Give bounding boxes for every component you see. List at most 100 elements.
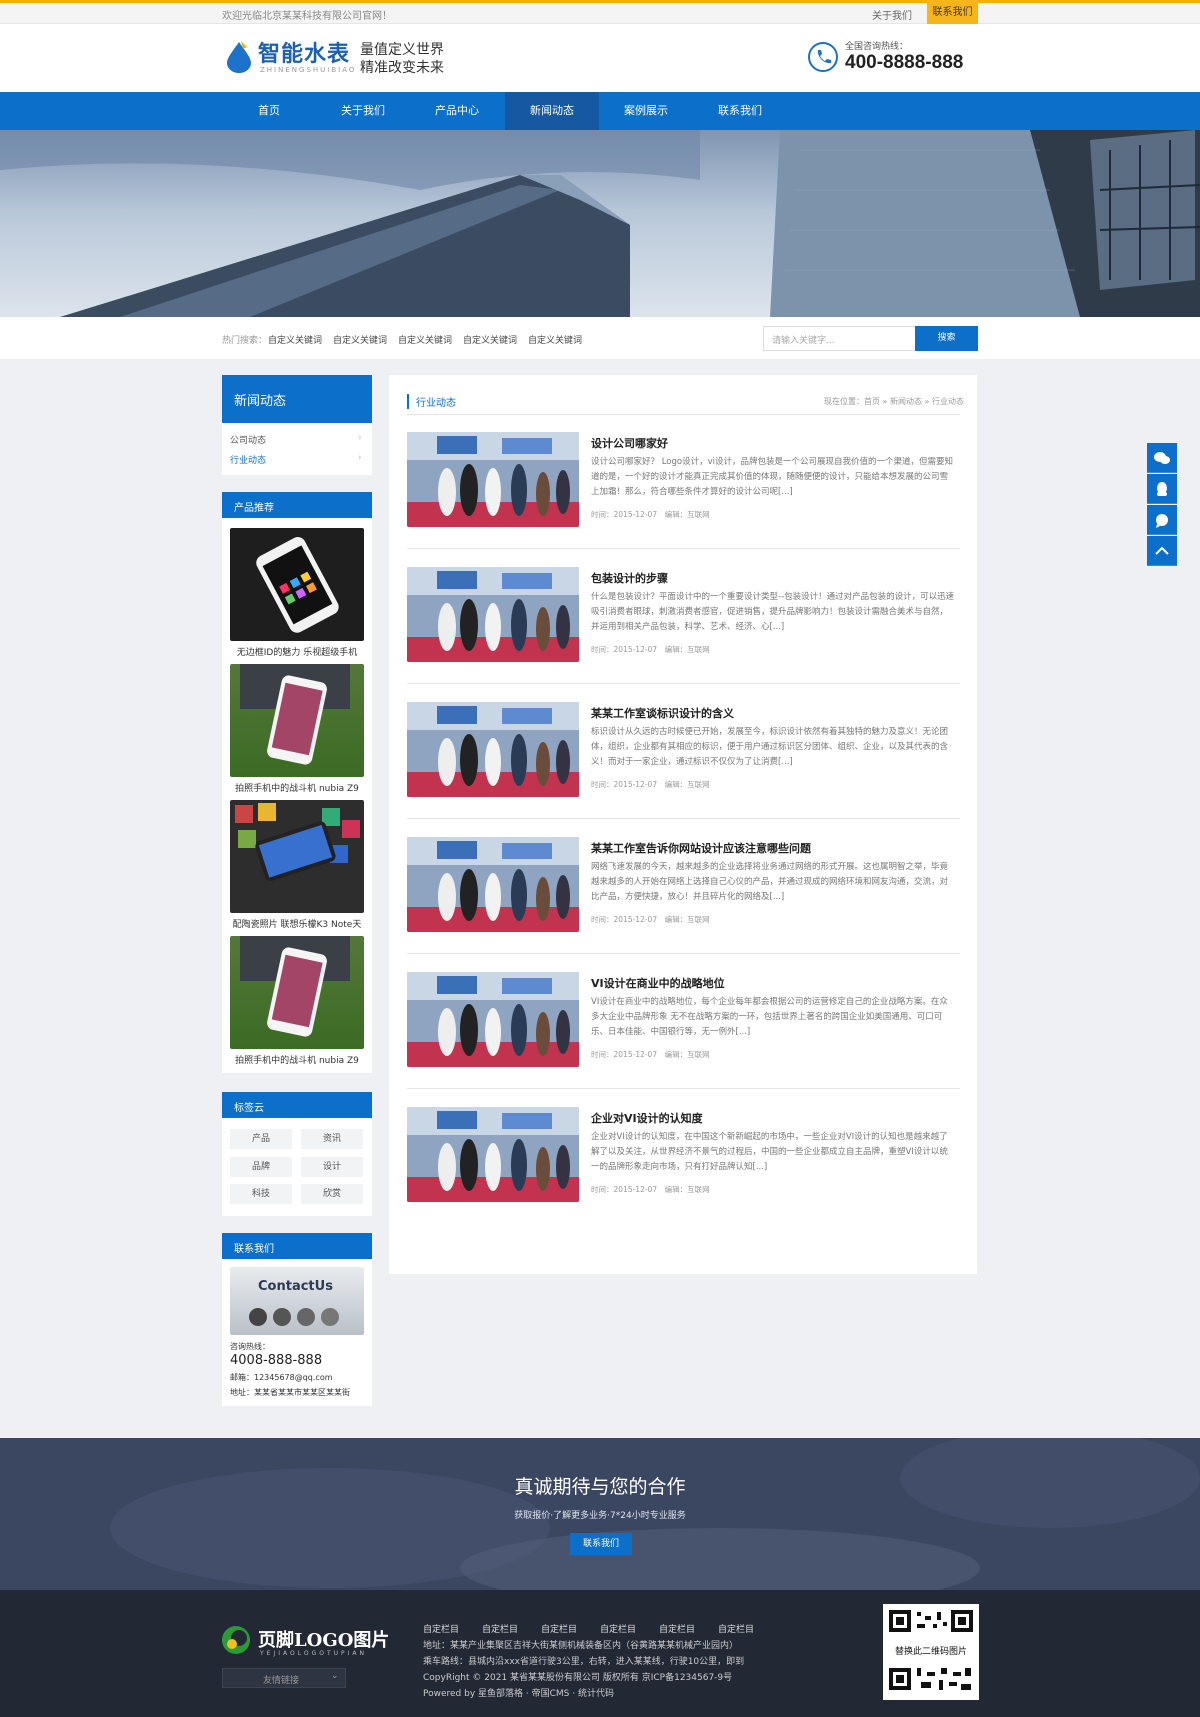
article-title[interactable]: 企业对VI设计的认知度 — [591, 1110, 703, 1126]
article-thumbnail[interactable] — [407, 432, 579, 527]
article-divider — [407, 1088, 960, 1089]
qr-code: 替换此二维码图片 — [883, 1604, 979, 1700]
article-meta: 时间：2015-12-07 编辑：互联网 — [591, 780, 710, 789]
friend-links-select[interactable]: 友情链接 ⌄ — [222, 1668, 346, 1688]
top-about-link[interactable]: 关于我们 — [872, 7, 912, 22]
nav-contact[interactable]: 联系我们 — [693, 92, 787, 130]
product-caption[interactable]: 无边框ID的魅力 乐视超级手机 — [222, 645, 372, 658]
tag-link[interactable]: 品牌 — [230, 1157, 292, 1177]
article-thumbnail[interactable] — [407, 972, 579, 1067]
product-image[interactable] — [230, 528, 364, 641]
chevron-right-icon: › — [358, 433, 362, 443]
product-image[interactable] — [230, 664, 364, 777]
footer-powered[interactable]: Powered by 星鱼部落格 · 帝国CMS · 统计代码 — [423, 1686, 614, 1699]
article-thumbnail[interactable] — [407, 837, 579, 932]
product-caption[interactable]: 拍照手机中的战斗机 nubia Z9 — [222, 1053, 372, 1066]
article-title[interactable]: 包装设计的步骤 — [591, 570, 668, 586]
article-summary: 企业对VI设计的认知度，在中国这个新新崛起的市场中，一些企业对VI设计的认知也是… — [591, 1132, 948, 1172]
footer-logo-subtitle: YEJIAOLOGOTUPIAN — [260, 1650, 367, 1657]
main-nav: 首页 关于我们 产品中心 新闻动态 案例展示 联系我们 — [0, 92, 1200, 130]
logo-title[interactable]: 智能水表 — [258, 36, 350, 68]
nav-home[interactable]: 首页 — [222, 92, 316, 130]
hot-keyword[interactable]: 自定义关键词 — [463, 333, 517, 346]
article-title[interactable]: 设计公司哪家好 — [591, 435, 668, 451]
article-title[interactable]: VI设计在商业中的战略地位 — [591, 975, 725, 991]
footer-column-link[interactable]: 自定栏目 — [541, 1622, 577, 1635]
contact-email: 邮箱：12345678@qq.com — [230, 1373, 333, 1382]
search-button[interactable]: 搜索 — [915, 326, 978, 351]
search-bar — [0, 317, 1200, 359]
article-divider — [407, 818, 960, 819]
hot-search-label: 热门搜索： — [222, 336, 268, 346]
sidebar-item-industry-news[interactable]: 行业动态 — [230, 453, 266, 466]
top-contact-button[interactable]: 联系我们 — [927, 0, 978, 26]
product-image[interactable] — [230, 936, 364, 1049]
products-title: 产品推荐 — [222, 492, 372, 518]
hot-keyword[interactable]: 自定义关键词 — [268, 333, 322, 346]
footer-column-link[interactable]: 自定栏目 — [600, 1622, 636, 1635]
tags-title: 标签云 — [222, 1092, 372, 1118]
article-divider — [407, 548, 960, 549]
cta-contact-button[interactable]: 联系我们 — [570, 1533, 632, 1555]
article-summary: 设计公司哪家好？ Logo设计，vi设计，品牌包装是一个公司展现自我价值的一个渠… — [591, 457, 953, 497]
sidebar-subnav — [222, 423, 372, 475]
product-caption[interactable]: 拍照手机中的战斗机 nubia Z9 — [222, 781, 372, 794]
chevron-down-icon: ⌄ — [331, 1671, 339, 1681]
contact-title: 联系我们 — [222, 1233, 372, 1259]
article-meta: 时间：2015-12-07 编辑：互联网 — [591, 1050, 710, 1059]
message-icon[interactable] — [1147, 505, 1177, 535]
nav-products[interactable]: 产品中心 — [410, 92, 504, 130]
tag-link[interactable]: 欣赏 — [301, 1184, 363, 1204]
article-meta: 时间：2015-12-07 编辑：互联网 — [591, 510, 710, 519]
article-title[interactable]: 某某工作室告诉你网站设计应该注意哪些问题 — [591, 840, 811, 856]
cta-title: 真诚期待与您的合作 — [514, 1476, 686, 1498]
search-input[interactable]: 请输入关键字... — [763, 326, 916, 351]
qq-icon[interactable] — [1147, 474, 1177, 504]
footer-logo-icon — [222, 1626, 250, 1654]
nav-cases[interactable]: 案例展示 — [599, 92, 693, 130]
tag-link[interactable]: 产品 — [230, 1129, 292, 1149]
footer-column-link[interactable]: 自定栏目 — [482, 1622, 518, 1635]
section-title: 行业动态 — [407, 394, 456, 409]
nav-about[interactable]: 关于我们 — [316, 92, 410, 130]
contact-address: 地址：某某省某某市某某区某某街 — [230, 1388, 350, 1397]
top-bar: 欢迎光临北京某某科技有限公司官网！ 关于我们 联系我们 — [0, 0, 1200, 26]
consult-phone: 4008-888-888 — [230, 1353, 323, 1368]
phone-icon — [808, 42, 838, 72]
tag-link[interactable]: 科技 — [230, 1184, 292, 1204]
nav-news[interactable]: 新闻动态 — [505, 92, 599, 130]
tag-link[interactable]: 资讯 — [301, 1129, 363, 1149]
article-summary: 网络飞速发展的今天，越来越多的企业选择将业务通过网络的形式开展。这也属明智之举，… — [591, 862, 949, 902]
footer-address: 地址：某某产业集聚区吉祥大街某侧机械装备区内（谷黄路某某机械产业园内） — [423, 1641, 739, 1651]
qr-caption: 替换此二维码图片 — [883, 1642, 979, 1659]
slogan-line-2: 精准改变未来 — [360, 60, 444, 76]
slogan-line-1: 量值定义世界 — [360, 42, 444, 58]
article-thumbnail[interactable] — [407, 702, 579, 797]
article-summary: 标识设计从久远的古时候便已开始，发展至今，标识设计依然有着其独特的魅力及意义！无… — [591, 727, 949, 767]
site-header — [0, 24, 1200, 92]
article-thumbnail[interactable] — [407, 567, 579, 662]
sidebar-item-company-news[interactable]: 公司动态 — [230, 433, 266, 446]
hotline-label: 全国咨询热线： — [845, 42, 909, 52]
tag-link[interactable]: 设计 — [301, 1157, 363, 1177]
article-title[interactable]: 某某工作室谈标识设计的含义 — [591, 705, 734, 721]
hot-keyword[interactable]: 自定义关键词 — [528, 333, 582, 346]
footer-column-link[interactable]: 自定栏目 — [659, 1622, 695, 1635]
friend-links-select-value: 友情链接 — [263, 1676, 300, 1686]
footer-column-link[interactable]: 自定栏目 — [423, 1622, 459, 1635]
banner-image — [0, 130, 1200, 317]
wechat-icon[interactable] — [1147, 443, 1177, 473]
product-image[interactable] — [230, 800, 364, 913]
article-divider — [407, 953, 960, 954]
chevron-right-icon: › — [358, 453, 362, 463]
breadcrumb[interactable]: 现在位置：首页 » 新闻动态 » 行业动态 — [824, 396, 964, 407]
hot-keyword[interactable]: 自定义关键词 — [333, 333, 387, 346]
product-caption[interactable]: 配陶瓷照片 联想乐檬K3 Note天 — [222, 917, 372, 930]
hot-keyword[interactable]: 自定义关键词 — [398, 333, 452, 346]
article-meta: 时间：2015-12-07 编辑：互联网 — [591, 645, 710, 654]
footer-column-link[interactable]: 自定栏目 — [718, 1622, 754, 1635]
article-thumbnail[interactable] — [407, 1107, 579, 1202]
article-summary: VI设计在商业中的战略地位，每个企业每年都会根据公司的运营修定自己的企业战略方案… — [591, 997, 948, 1037]
sidebar-title: 新闻动态 — [222, 375, 372, 423]
back-to-top-icon[interactable] — [1147, 536, 1177, 566]
